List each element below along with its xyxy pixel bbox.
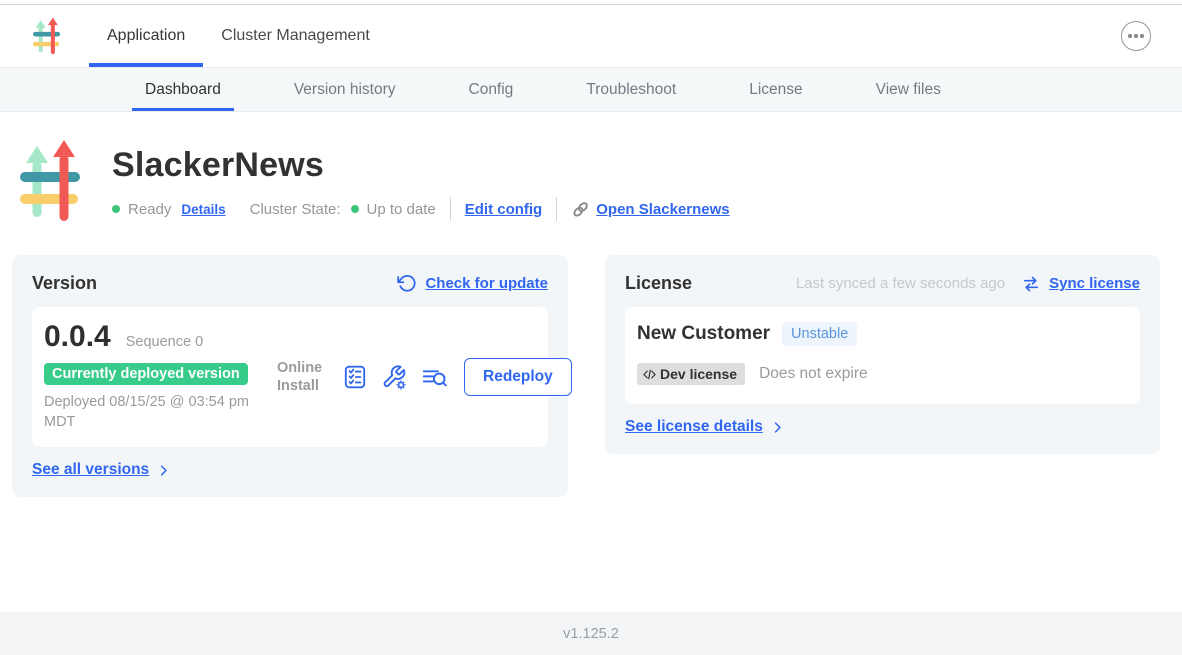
dashboard-cards: Version Check for update 0.0.4 Sequence … [0,255,1182,497]
divider [556,197,557,221]
license-details-panel: New Customer Unstable Dev license Does n… [625,307,1140,404]
version-card: Version Check for update 0.0.4 Sequence … [12,255,568,497]
subnav-item-troubleshoot[interactable]: Troubleshoot [573,68,689,111]
subnav-item-version-history[interactable]: Version history [281,68,409,111]
last-synced-text: Last synced a few seconds ago [796,275,1005,292]
chevron-right-icon [156,463,171,478]
app-status-row: Ready Details Cluster State: Up to date … [112,197,730,221]
tab-cluster-management[interactable]: Cluster Management [203,5,388,67]
console-footer: v1.125.2 [0,612,1182,655]
divider [450,197,451,221]
app-sub-navigation: Dashboard Version history Config Trouble… [0,68,1182,112]
license-card-title: License [625,273,692,294]
subnav-item-config[interactable]: Config [456,68,527,111]
chevron-right-icon [770,420,785,435]
code-brackets-icon [642,367,657,382]
console-version: v1.125.2 [563,626,619,642]
edit-config-link[interactable]: Edit config [465,201,543,218]
sync-license-link[interactable]: Sync license [1021,274,1140,294]
version-details: 0.0.4 Sequence 0 Currently deployed vers… [44,320,277,432]
version-card-header: Version Check for update [32,273,548,294]
deployed-timestamp: Deployed 08/15/25 @ 03:54 pm MDT [44,393,279,432]
see-license-details-label: See license details [625,418,763,436]
details-link[interactable]: Details [181,202,225,217]
view-config-button[interactable] [381,364,408,391]
version-number-row: 0.0.4 Sequence 0 [44,320,277,354]
subnav-view-files-label: View files [876,81,941,99]
license-header-right: Last synced a few seconds ago Sync licen… [796,274,1140,294]
open-app-label: Open Slackernews [596,201,729,218]
app-ready-label: Ready [128,201,171,218]
install-type-label: Online Install [277,359,329,395]
sync-arrows-icon [1021,274,1041,294]
page-title: SlackerNews [112,146,730,185]
redeploy-button[interactable]: Redeploy [464,358,572,396]
version-actions: Online Install [277,358,572,396]
app-info: SlackerNews Ready Details Cluster State:… [112,140,730,222]
license-type-badge: Dev license [637,363,745,385]
license-type-label: Dev license [660,366,737,382]
channel-badge: Unstable [782,322,857,346]
deployed-badge: Currently deployed version [44,363,248,385]
cluster-state-value: Up to date [367,201,436,218]
tab-application-label: Application [107,27,185,45]
app-header: SlackerNews Ready Details Cluster State:… [0,112,1182,222]
subnav-item-view-files[interactable]: View files [863,68,954,111]
subnav-dashboard-label: Dashboard [145,81,221,99]
sync-license-label: Sync license [1049,275,1140,292]
slackernews-logo-icon [33,17,61,55]
preflight-checks-button[interactable] [342,364,368,390]
view-logs-button[interactable] [421,364,448,391]
lines-magnifier-icon [421,364,448,391]
version-number: 0.0.4 [44,320,111,354]
more-menu-button[interactable] [1121,21,1151,51]
subnav-item-license[interactable]: License [736,68,815,111]
refresh-icon [396,273,417,294]
license-expiry: Does not expire [759,365,868,383]
cluster-state-dot-icon [351,205,359,213]
check-for-update-link[interactable]: Check for update [396,273,548,294]
customer-row: New Customer Unstable [637,322,1128,346]
license-card: License Last synced a few seconds ago Sy… [605,255,1160,454]
license-card-header: License Last synced a few seconds ago Sy… [625,273,1140,294]
app-icon [20,140,82,222]
subnav-troubleshoot-label: Troubleshoot [586,81,676,99]
see-license-details-link[interactable]: See license details [625,418,785,436]
top-navigation-bar: Application Cluster Management [0,5,1182,68]
chain-link-icon [571,200,590,219]
ellipsis-icon [1128,34,1132,38]
current-version-panel: 0.0.4 Sequence 0 Currently deployed vers… [32,307,548,447]
license-meta-row: Dev license Does not expire [637,363,1128,385]
version-sequence: Sequence 0 [126,334,203,350]
see-all-versions-link[interactable]: See all versions [32,461,171,479]
checklist-icon [342,364,368,390]
top-nav-right [1121,5,1151,67]
cluster-state-label: Cluster State: [250,201,341,218]
top-nav-tabs: Application Cluster Management [89,5,388,67]
check-for-update-label: Check for update [425,275,548,292]
subnav-item-dashboard[interactable]: Dashboard [132,68,234,111]
see-all-versions-label: See all versions [32,461,149,479]
subnav-license-label: License [749,81,802,99]
app-ready-dot-icon [112,205,120,213]
tab-cluster-management-label: Cluster Management [221,27,370,45]
subnav-version-history-label: Version history [294,81,396,99]
customer-name: New Customer [637,323,770,345]
version-card-title: Version [32,273,97,294]
subnav-config-label: Config [469,81,514,99]
tab-application[interactable]: Application [89,5,203,67]
open-app-link[interactable]: Open Slackernews [571,200,729,219]
wrench-gear-icon [381,364,408,391]
